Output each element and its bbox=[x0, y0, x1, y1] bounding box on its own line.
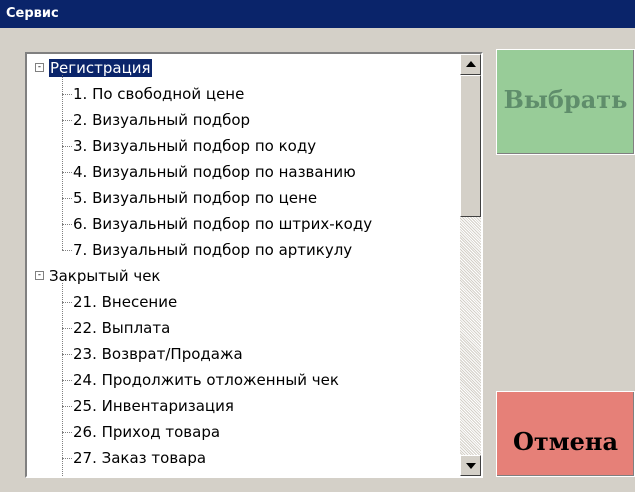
tree-group[interactable]: Регистрация bbox=[49, 56, 152, 80]
title-bar: Сервис bbox=[0, 0, 635, 28]
tree-connector bbox=[62, 354, 72, 355]
collapse-icon[interactable]: - bbox=[35, 63, 44, 72]
tree-connector bbox=[62, 120, 72, 121]
service-window: Сервис Регистрация -1. По свободной цене 2… bbox=[0, 0, 635, 488]
tree-connector bbox=[62, 198, 72, 199]
tree-connector bbox=[62, 94, 72, 95]
tree-connector bbox=[62, 432, 72, 433]
tree-item[interactable]: 27. Заказ товара bbox=[73, 446, 206, 470]
scroll-thumb[interactable] bbox=[460, 75, 481, 217]
tree-item[interactable]: 6. Визуальный подбор по штрих-коду bbox=[73, 212, 372, 236]
tree-group[interactable]: Закрытый чек bbox=[49, 264, 160, 288]
window-title: Сервис bbox=[6, 6, 59, 21]
collapse-icon[interactable]: - bbox=[35, 271, 44, 280]
tree-connector bbox=[62, 406, 72, 407]
tree-item[interactable]: 22. Выплата bbox=[73, 316, 170, 340]
tree-connector bbox=[62, 146, 72, 147]
tree-branch-line bbox=[62, 75, 63, 250]
tree-item[interactable]: 7. Визуальный подбор по артикулу bbox=[73, 238, 352, 262]
tree-connector bbox=[62, 224, 72, 225]
tree-connector bbox=[62, 250, 72, 251]
scroll-up-button[interactable] bbox=[460, 54, 481, 75]
vertical-scrollbar[interactable] bbox=[460, 54, 481, 476]
service-tree[interactable]: Регистрация -1. По свободной цене 2. Визуа… bbox=[25, 52, 483, 478]
scroll-down-button[interactable] bbox=[460, 455, 481, 476]
tree-item[interactable]: 3. Визуальный подбор по коду bbox=[73, 134, 316, 158]
arrow-up-icon bbox=[466, 61, 476, 67]
tree-item[interactable]: 2. Визуальный подбор bbox=[73, 108, 250, 132]
tree-group-label: Регистрация bbox=[49, 59, 152, 77]
tree-item[interactable]: 28. Возврат в офис bbox=[73, 472, 224, 476]
tree-item[interactable]: 25. Инвентаризация bbox=[73, 394, 234, 418]
tree-item[interactable]: 23. Возврат/Продажа bbox=[73, 342, 243, 366]
tree-item[interactable]: 1. По свободной цене bbox=[73, 82, 244, 106]
select-button[interactable]: Выбрать bbox=[496, 49, 635, 155]
tree-item[interactable]: 24. Продолжить отложенный чек bbox=[73, 368, 339, 392]
tree-item[interactable]: 21. Внесение bbox=[73, 290, 177, 314]
tree-connector bbox=[62, 458, 72, 459]
tree-item[interactable]: 26. Приход товара bbox=[73, 420, 220, 444]
tree-connector bbox=[62, 328, 72, 329]
tree-group-label: Закрытый чек bbox=[49, 267, 161, 285]
tree-branch-line bbox=[62, 283, 63, 476]
tree-content: Регистрация -1. По свободной цене 2. Визуа… bbox=[27, 54, 460, 476]
cancel-button[interactable]: Отмена bbox=[496, 391, 635, 477]
tree-item[interactable]: 5. Визуальный подбор по цене bbox=[73, 186, 317, 210]
tree-connector bbox=[62, 380, 72, 381]
tree-connector bbox=[62, 302, 72, 303]
tree-connector bbox=[62, 172, 72, 173]
arrow-down-icon bbox=[466, 463, 476, 469]
tree-item[interactable]: 4. Визуальный подбор по названию bbox=[73, 160, 356, 184]
